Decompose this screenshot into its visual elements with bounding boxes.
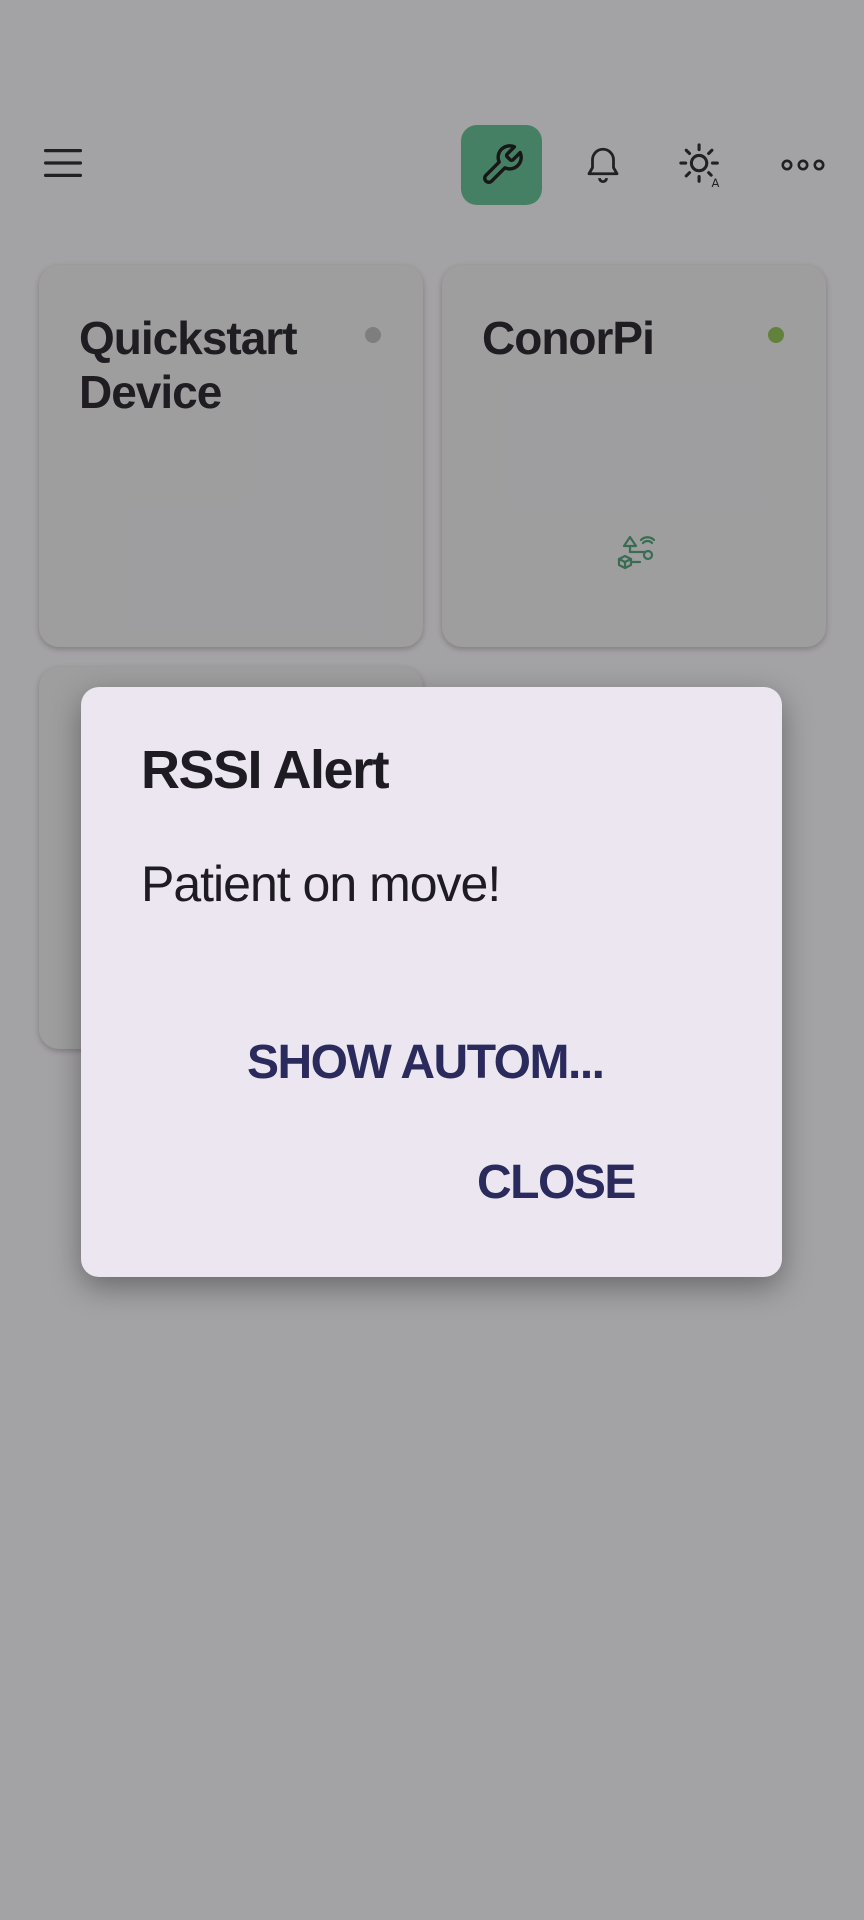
app-screen: A Quickstart Device ConorPi RSSI Alert P… (0, 0, 864, 1920)
close-button[interactable]: CLOSE (465, 1147, 647, 1218)
dialog-title: RSSI Alert (141, 740, 390, 800)
show-automations-button[interactable]: SHOW AUTOM... (235, 1027, 615, 1098)
rssi-alert-dialog: RSSI Alert Patient on move! SHOW AUTOM..… (81, 687, 782, 1277)
dialog-message: Patient on move! (141, 856, 501, 912)
